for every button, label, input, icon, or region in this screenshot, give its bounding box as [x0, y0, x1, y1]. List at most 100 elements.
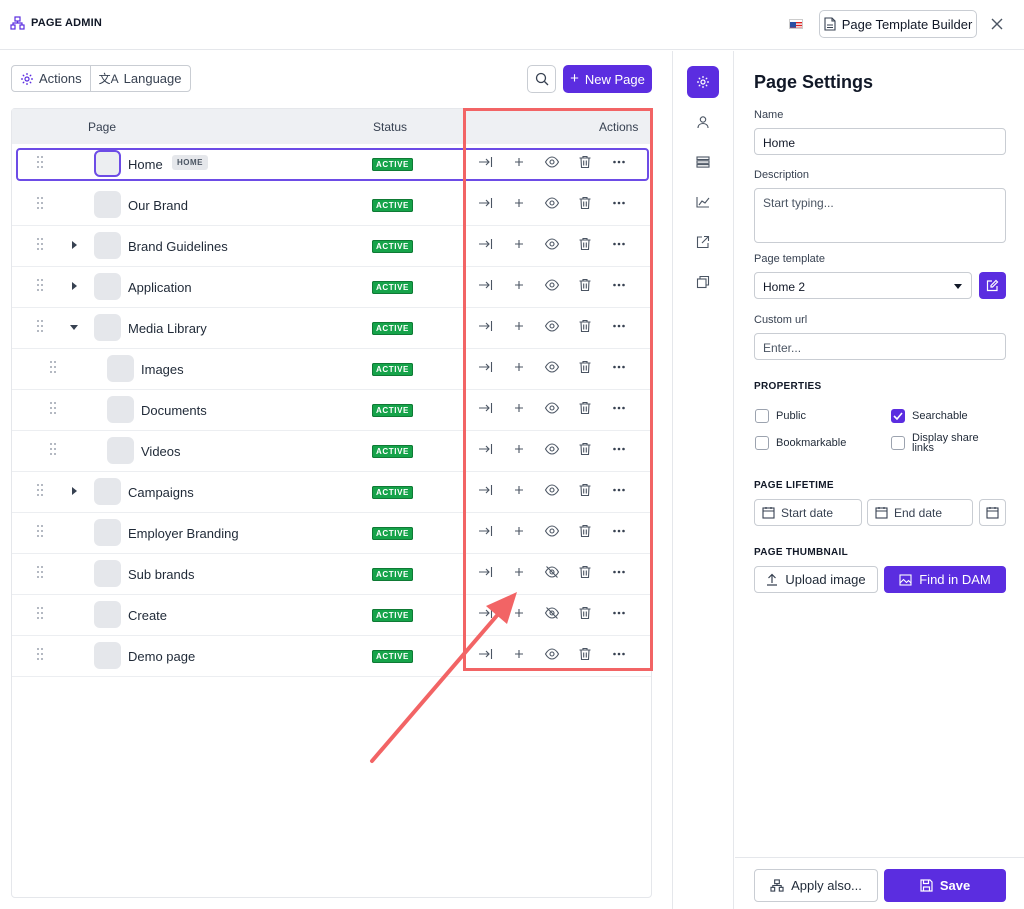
end-date-placeholder: End date	[894, 505, 943, 520]
page-thumbnail	[107, 437, 134, 464]
rail-duplicate-button[interactable]	[687, 266, 719, 298]
name-field[interactable]: Home	[754, 128, 1006, 155]
drag-handle-icon[interactable]	[36, 565, 44, 579]
public-label: Public	[776, 410, 806, 422]
status-badge: ACTIVE	[372, 650, 413, 663]
page-thumbnail-heading: PAGE THUMBNAIL	[754, 547, 849, 558]
settings-footer: Apply also... Save	[735, 857, 1024, 909]
page-name[interactable]: Documents	[141, 403, 207, 418]
page-template-builder-button[interactable]: Page Template Builder	[819, 10, 977, 38]
drag-handle-icon[interactable]	[36, 196, 44, 210]
start-date-field[interactable]: Start date	[754, 499, 862, 526]
drag-handle-icon[interactable]	[36, 319, 44, 333]
page-thumbnail	[94, 519, 121, 546]
rail-settings-button[interactable]	[687, 66, 719, 98]
display-share-links-checkbox[interactable]	[891, 436, 905, 450]
actions-toggle-label: Actions	[39, 71, 82, 86]
page-name[interactable]: Media Library	[128, 321, 207, 336]
caret-right-icon[interactable]	[72, 487, 77, 495]
app-brand: PAGE ADMIN	[10, 16, 102, 30]
page-thumbnail	[94, 478, 121, 505]
calendar-icon	[762, 506, 775, 519]
search-icon	[535, 72, 549, 86]
edit-icon	[986, 279, 999, 292]
page-name[interactable]: Application	[128, 280, 192, 295]
page-name[interactable]: Videos	[141, 444, 181, 459]
custom-url-field[interactable]: Enter...	[754, 333, 1006, 360]
drag-handle-icon[interactable]	[36, 278, 44, 292]
column-header-status: Status	[373, 120, 408, 134]
page-thumbnail	[94, 191, 121, 218]
end-date-field[interactable]: End date	[867, 499, 973, 526]
status-badge: ACTIVE	[372, 445, 413, 458]
column-header-page: Page	[88, 120, 117, 134]
page-template-select[interactable]: Home 2	[754, 272, 972, 299]
page-name[interactable]: Employer Branding	[128, 526, 239, 541]
rail-share-button[interactable]	[687, 226, 719, 258]
drag-handle-icon[interactable]	[36, 524, 44, 538]
find-in-dam-button[interactable]: Find in DAM	[884, 566, 1006, 593]
page-name[interactable]: Home	[128, 157, 163, 172]
list-icon	[696, 156, 710, 168]
drag-handle-icon[interactable]	[49, 442, 57, 456]
upload-image-button[interactable]: Upload image	[754, 566, 878, 593]
language-toggle-button[interactable]: 文A Language	[89, 66, 190, 91]
rail-permissions-button[interactable]	[687, 106, 719, 138]
description-field[interactable]: Start typing...	[754, 188, 1006, 243]
status-badge: ACTIVE	[372, 199, 413, 212]
page-settings-panel: Page Settings Name Home Description Star…	[735, 51, 1024, 909]
caret-right-icon[interactable]	[72, 241, 77, 249]
sitemap-icon	[10, 16, 25, 30]
drag-handle-icon[interactable]	[36, 155, 44, 169]
caret-down-icon[interactable]	[70, 325, 78, 330]
drag-handle-icon[interactable]	[36, 606, 44, 620]
page-name[interactable]: Campaigns	[128, 485, 194, 500]
bookmarkable-label: Bookmarkable	[776, 437, 847, 449]
drag-handle-icon[interactable]	[36, 237, 44, 251]
actions-toggle-button[interactable]: Actions	[12, 66, 90, 91]
rail-analytics-button[interactable]	[687, 186, 719, 218]
apply-also-label: Apply also...	[791, 878, 862, 893]
page-name[interactable]: Our Brand	[128, 198, 188, 213]
page-name[interactable]: Create	[128, 608, 167, 623]
page-name[interactable]: Sub brands	[128, 567, 195, 582]
new-page-label: New Page	[584, 71, 645, 87]
new-page-button[interactable]: + New Page	[563, 65, 652, 93]
display-share-links-label: Display share links	[912, 432, 979, 454]
page-name[interactable]: Demo page	[128, 649, 195, 664]
description-label: Description	[754, 169, 810, 181]
user-icon	[696, 115, 710, 129]
apply-also-button[interactable]: Apply also...	[754, 869, 878, 902]
page-name[interactable]: Brand Guidelines	[128, 239, 228, 254]
name-label: Name	[754, 109, 784, 121]
check-icon	[893, 412, 903, 420]
page-thumbnail	[94, 273, 121, 300]
close-icon[interactable]	[988, 15, 1006, 33]
edit-template-button[interactable]	[979, 272, 1006, 299]
drag-handle-icon[interactable]	[36, 483, 44, 497]
page-thumbnail	[94, 150, 121, 177]
page-thumbnail	[94, 314, 121, 341]
rail-layout-button[interactable]	[687, 146, 719, 178]
search-button[interactable]	[527, 65, 556, 93]
status-badge: ACTIVE	[372, 158, 413, 171]
drag-handle-icon[interactable]	[49, 360, 57, 374]
searchable-checkbox[interactable]	[891, 409, 905, 423]
caret-right-icon[interactable]	[72, 282, 77, 290]
page-template-builder-label: Page Template Builder	[841, 16, 973, 32]
drag-handle-icon[interactable]	[36, 647, 44, 661]
searchable-label: Searchable	[912, 410, 968, 422]
drag-handle-icon[interactable]	[49, 401, 57, 415]
status-badge: ACTIVE	[372, 363, 413, 376]
status-badge: ACTIVE	[372, 240, 413, 253]
date-picker-button[interactable]	[979, 499, 1006, 526]
public-checkbox[interactable]	[755, 409, 769, 423]
page-thumbnail	[107, 355, 134, 382]
translate-icon: 文A	[98, 72, 119, 86]
find-in-dam-label: Find in DAM	[919, 572, 991, 587]
us-flag-icon[interactable]	[789, 19, 803, 29]
bookmarkable-checkbox[interactable]	[755, 436, 769, 450]
page-name[interactable]: Images	[141, 362, 184, 377]
document-icon	[824, 17, 836, 31]
save-button[interactable]: Save	[884, 869, 1006, 902]
